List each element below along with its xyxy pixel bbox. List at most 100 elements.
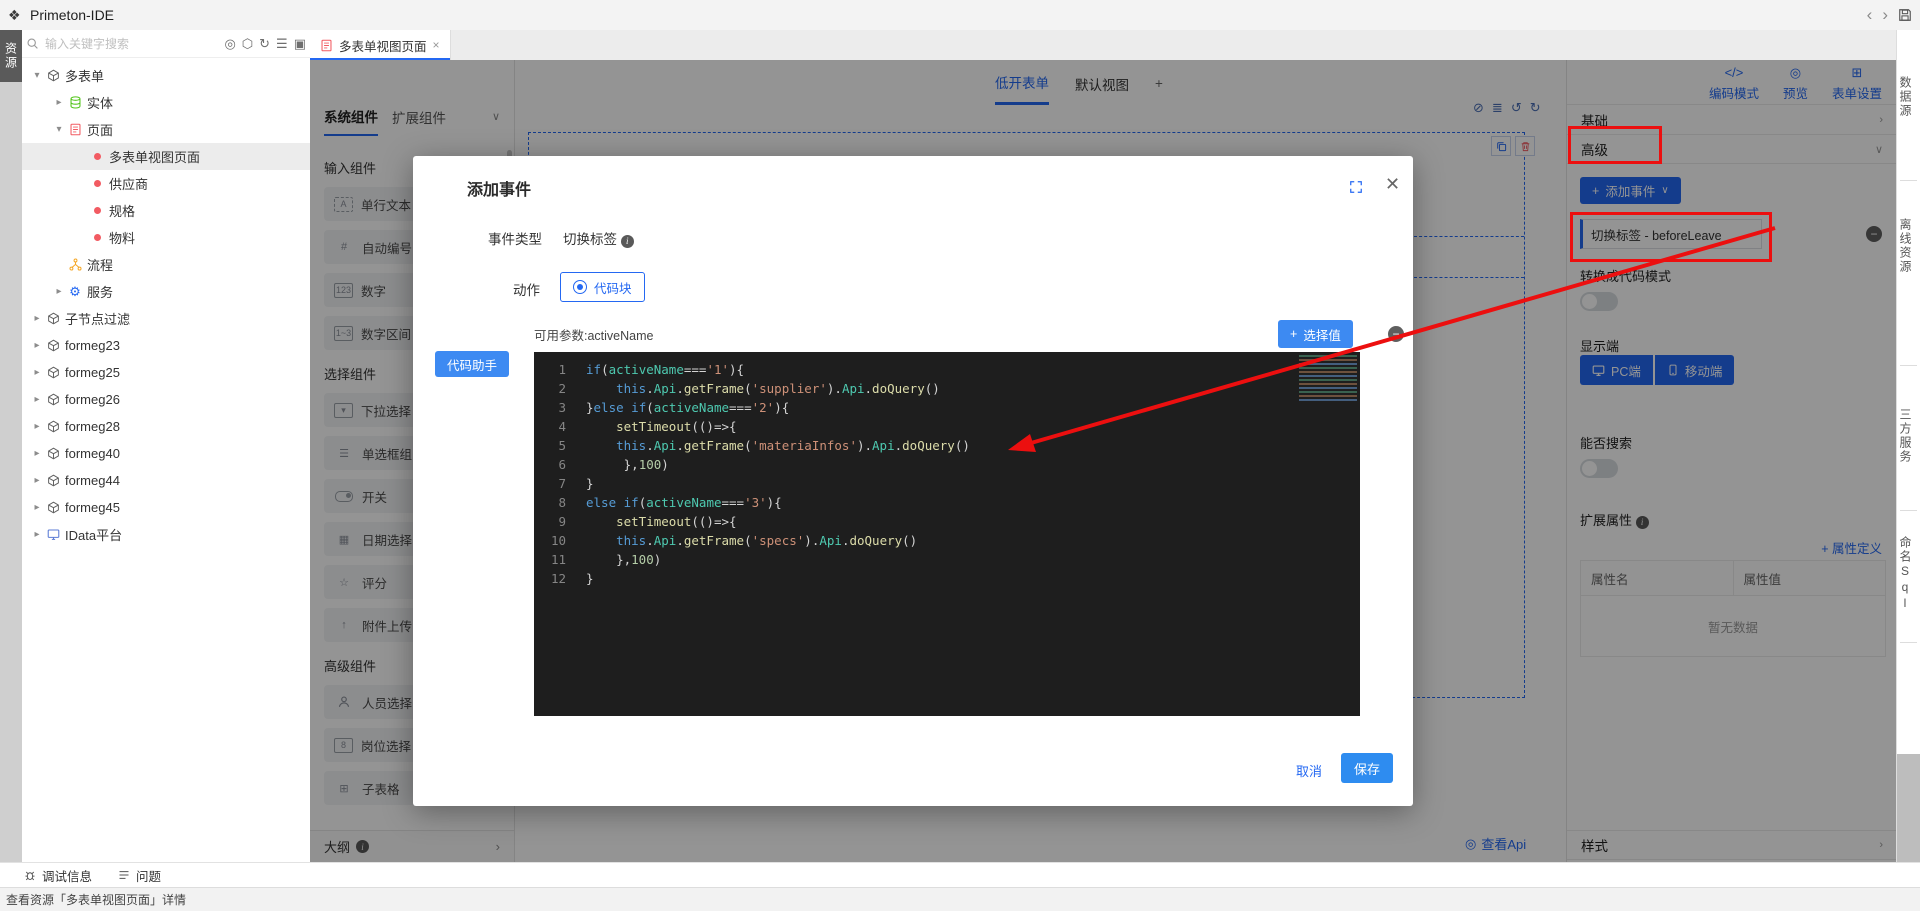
debug-info-item[interactable]: 调试信息 [24, 866, 92, 885]
tree-item-label: 规格 [109, 201, 135, 220]
resource-explorer: ◎⬡↻☰▣ ▾多表单▸实体▾页面多表单视图页面供应商规格物料流程▸⚙服务▸子节点… [22, 30, 311, 862]
problems-icon [118, 869, 130, 881]
tree-item-供应商[interactable]: 供应商 [22, 170, 310, 197]
tree-item-多表单[interactable]: ▾ 多表单 [22, 62, 310, 89]
problems-label: 问题 [136, 866, 161, 885]
gear-icon: ⚙ [66, 285, 84, 298]
resource-tree: ▾多表单▸实体▾页面多表单视图页面供应商规格物料流程▸⚙服务▸子节点过滤▸for… [22, 62, 310, 548]
search-action-icons: ◎ ⬡ ↻ ☰ ▣ [224, 37, 306, 51]
save-icon[interactable] [1898, 8, 1912, 22]
dialog-expand-icon[interactable] [1349, 180, 1363, 197]
dialog-close-icon[interactable]: ✕ [1385, 174, 1400, 195]
tree-item-label: formeg25 [65, 365, 120, 380]
radio-selected-icon [573, 280, 587, 294]
tree-item-formeg26[interactable]: ▸formeg26 [22, 386, 310, 413]
save-button[interactable]: 保存 [1341, 753, 1393, 783]
action-label: 动作 [513, 279, 540, 299]
cube-icon [44, 393, 62, 406]
dot-icon [88, 153, 106, 160]
code-editor[interactable]: 123456789101112 if(activeName==='1'){ th… [534, 352, 1360, 716]
cube-icon [44, 474, 62, 487]
tree-item-label: 多表单 [65, 66, 104, 85]
right-rail: 数据源离线资源三方服务命名Sql [1896, 30, 1920, 887]
rail-separator [1900, 510, 1917, 511]
cancel-button[interactable]: 取消 [1296, 761, 1322, 780]
select-value-button[interactable]: + 选择值 [1278, 320, 1353, 348]
tree-item-label: 页面 [87, 120, 113, 139]
database-icon [66, 96, 84, 109]
refresh-icon[interactable]: ↻ [259, 37, 270, 51]
tree-item-label: formeg45 [65, 500, 120, 515]
code-block-label: 代码块 [594, 278, 632, 297]
ai-assist-icon[interactable]: ◎ [224, 37, 235, 51]
event-type-label: 事件类型 [488, 228, 542, 248]
tree-item-label: 子节点过滤 [65, 309, 130, 328]
params-label: 可用参数:activeName [534, 325, 653, 344]
tree-item-label: formeg40 [65, 446, 120, 461]
status-text[interactable]: 查看资源「多表单视图页面」详情 [6, 891, 186, 908]
tree-item-label: 服务 [87, 282, 113, 301]
search-input[interactable] [43, 36, 224, 52]
cube-icon [44, 339, 62, 352]
tree-item-流程[interactable]: 流程 [22, 251, 310, 278]
select-value-label: 选择值 [1303, 325, 1341, 344]
editor-tab-bar: 多表单视图页面 × [310, 30, 1896, 61]
caret-right-icon[interactable]: ▸ [30, 421, 44, 432]
caret-right-icon[interactable]: ▸ [30, 367, 44, 378]
tree-item-实体[interactable]: ▸ 实体 [22, 89, 310, 116]
rail-separator [1900, 365, 1917, 366]
tab-multi-form-view-page[interactable]: 多表单视图页面 × [310, 30, 451, 60]
model-add-icon[interactable]: ⬡ [242, 37, 253, 51]
tree-item-规格[interactable]: 规格 [22, 197, 310, 224]
rail-tab-离线资源[interactable]: 离线资源 [1897, 218, 1920, 274]
tree-item-IData平台[interactable]: ▸IData平台 [22, 521, 310, 548]
import-icon[interactable]: ▣ [294, 37, 306, 51]
cube-icon [44, 312, 62, 325]
tree-item-多表单视图页面[interactable]: 多表单视图页面 [22, 143, 310, 170]
rail-tab-三方服务[interactable]: 三方服务 [1897, 408, 1920, 464]
code-block-radio[interactable]: 代码块 [560, 272, 645, 302]
problems-item[interactable]: 问题 [118, 866, 161, 885]
rail-tab-命名Sql[interactable]: 命名Sql [1897, 536, 1920, 612]
code-content[interactable]: if(activeName==='1'){ this.Api.getFrame(… [586, 360, 1360, 588]
caret-right-icon[interactable]: ▸ [52, 97, 66, 108]
caret-down-icon[interactable]: ▾ [30, 70, 44, 81]
tree-item-子节点过滤[interactable]: ▸ 子节点过滤 [22, 305, 310, 332]
flow-icon [66, 258, 84, 271]
code-assistant-button[interactable]: 代码助手 [435, 351, 509, 377]
tree-item-formeg25[interactable]: ▸ formeg25 [22, 359, 310, 386]
tree-item-label: 流程 [87, 255, 113, 274]
caret-right-icon[interactable]: ▸ [30, 475, 44, 486]
tree-item-formeg45[interactable]: ▸ formeg45 [22, 494, 310, 521]
cube-icon [44, 420, 62, 433]
nav-forward-icon[interactable]: › [1882, 7, 1888, 23]
tree-item-formeg23[interactable]: ▸formeg23 [22, 332, 310, 359]
caret-right-icon[interactable]: ▸ [30, 448, 44, 459]
caret-right-icon[interactable]: ▸ [30, 529, 44, 540]
caret-right-icon[interactable]: ▸ [30, 502, 44, 513]
caret-right-icon[interactable]: ▸ [30, 313, 44, 324]
rail-tab-resources[interactable]: 资源 [0, 30, 22, 82]
tree-item-formeg44[interactable]: ▸formeg44 [22, 467, 310, 494]
caret-right-icon[interactable]: ▸ [30, 340, 44, 351]
dot-icon [88, 207, 106, 214]
list-view-icon[interactable]: ☰ [276, 37, 288, 51]
rail-tab-数据源[interactable]: 数据源 [1897, 76, 1920, 118]
tree-item-formeg28[interactable]: ▸ formeg28 [22, 413, 310, 440]
caret-right-icon[interactable]: ▸ [30, 394, 44, 405]
cube-icon [44, 69, 62, 82]
tree-item-formeg40[interactable]: ▸ formeg40 [22, 440, 310, 467]
nav-back-icon[interactable]: ‹ [1867, 7, 1873, 23]
rail-separator [1900, 180, 1917, 181]
tree-item-物料[interactable]: 物料 [22, 224, 310, 251]
tree-item-页面[interactable]: ▾ 页面 [22, 116, 310, 143]
remove-code-icon[interactable]: − [1388, 326, 1404, 342]
caret-down-icon[interactable]: ▾ [52, 124, 66, 135]
page-icon [320, 39, 333, 52]
tree-item-服务[interactable]: ▸⚙服务 [22, 278, 310, 305]
tree-item-label: 实体 [87, 93, 113, 112]
caret-right-icon[interactable]: ▸ [52, 286, 66, 297]
tab-close-icon[interactable]: × [433, 38, 440, 52]
tree-item-label: formeg28 [65, 419, 120, 434]
tree-item-label: 多表单视图页面 [109, 147, 200, 166]
